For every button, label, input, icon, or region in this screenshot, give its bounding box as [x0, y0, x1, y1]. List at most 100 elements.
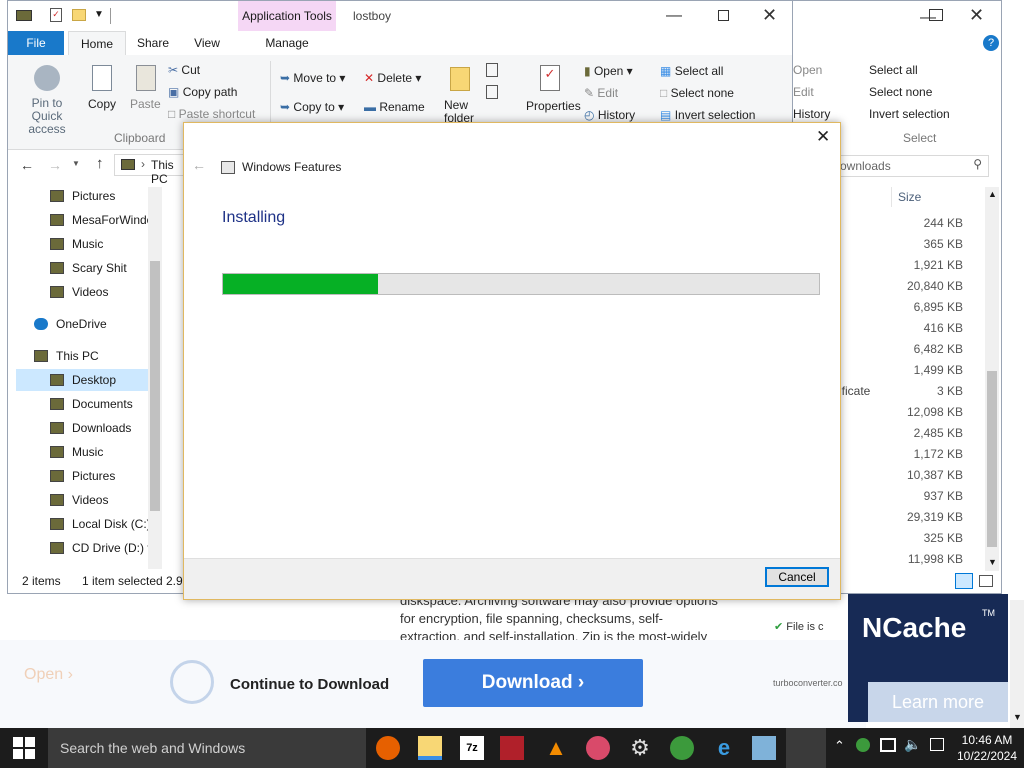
dialog-close-button[interactable]: ✕ [816, 127, 830, 147]
nav-item[interactable]: Local Disk (C:) [16, 513, 156, 535]
window-maximize-button[interactable] [718, 10, 729, 21]
volume-icon[interactable]: 🔈 [904, 736, 921, 753]
ribbon-history-button[interactable]: History [793, 107, 830, 121]
tab-home[interactable]: Home [68, 31, 126, 57]
scroll-up-arrow[interactable]: ▲ [988, 189, 997, 199]
large-icons-view-icon[interactable] [979, 575, 993, 587]
app-window-icon[interactable] [752, 736, 776, 760]
ribbon-invert-selection-button[interactable]: Invert selection [869, 107, 950, 121]
onedrive-icon [34, 318, 48, 330]
delete-icon: ✕ [364, 71, 375, 85]
properties-qat-icon[interactable]: ✓ [50, 8, 62, 22]
window-minimize-button[interactable]: — [666, 7, 682, 25]
forward-arrow-icon[interactable]: → [48, 157, 62, 173]
active-app-icon[interactable] [786, 728, 826, 768]
nav-item[interactable]: Videos [16, 489, 156, 511]
show-hidden-icons-icon[interactable]: ⌃ [834, 738, 845, 754]
recent-locations-icon[interactable]: ▼ [72, 159, 80, 168]
ncache-learn-more-button[interactable]: Learn more [868, 682, 1008, 722]
rename-button[interactable]: ▬ Rename [364, 100, 425, 114]
tray-app-icon[interactable] [856, 738, 870, 752]
nav-item[interactable]: Videos [16, 281, 156, 303]
file-size-cell: 11,998 KB [907, 552, 963, 566]
address-bar[interactable]: › This PC [114, 154, 194, 186]
back-arrow-icon[interactable]: ← [20, 157, 34, 173]
search-box[interactable]: ownloads ⚲ [829, 155, 989, 177]
qat-dropdown-icon[interactable]: ▼ [94, 9, 104, 20]
ad-download-button[interactable]: Download › [423, 659, 643, 707]
help-icon[interactable]: ? [983, 35, 999, 51]
cut-button[interactable]: ✂ Cut [168, 63, 200, 77]
copy-path-button[interactable]: ▣ Copy path [168, 85, 237, 99]
nav-item[interactable]: Scary Shit [16, 257, 156, 279]
vlc-icon[interactable]: ▲ [544, 736, 568, 760]
app-icon[interactable] [586, 736, 610, 760]
action-center-icon[interactable] [930, 738, 944, 751]
move-to-button[interactable]: ➥ Move to ▾ [280, 71, 345, 85]
column-header-size[interactable]: Size [891, 187, 974, 207]
edit-button[interactable]: ✎ Edit [584, 86, 618, 100]
nav-item[interactable]: This PC [16, 345, 156, 367]
scroll-down-arrow[interactable]: ▼ [1013, 712, 1022, 722]
dialog-back-arrow-icon[interactable]: ← [192, 157, 206, 173]
window-close-button[interactable]: ✕ [762, 5, 777, 26]
tab-share[interactable]: Share [130, 31, 176, 55]
settings-gear-icon[interactable]: ⚙ [628, 736, 652, 760]
nav-item[interactable]: Documents [16, 393, 156, 415]
ribbon-edit-button[interactable]: Edit [793, 85, 814, 99]
history-button[interactable]: ◴ History [584, 108, 635, 122]
people-icon[interactable] [670, 736, 694, 760]
tab-manage[interactable]: Manage [254, 31, 320, 55]
new-item-icon[interactable] [486, 63, 498, 77]
select-all-button[interactable]: ▦ Select all [660, 64, 723, 78]
open-button[interactable]: ▮ Open ▾ [584, 64, 633, 78]
network-icon[interactable] [880, 738, 896, 752]
details-view-icon[interactable] [955, 573, 973, 589]
paste-shortcut-button[interactable]: □ Paste shortcut [168, 107, 255, 121]
nav-scrollbar[interactable] [148, 187, 162, 573]
easy-access-icon[interactable] [486, 85, 498, 99]
copy-to-button[interactable]: ➥ Copy to ▾ [280, 100, 344, 114]
taskbar-clock[interactable]: 10:46 AM 10/22/2024 [952, 732, 1022, 764]
vertical-scrollbar[interactable]: ▲ ▼ [985, 187, 999, 571]
scroll-down-arrow[interactable]: ▼ [988, 557, 997, 567]
new-folder-qat-icon[interactable] [72, 9, 86, 21]
internet-explorer-icon[interactable]: e [712, 736, 736, 760]
select-none-button[interactable]: □ Select none [660, 86, 734, 100]
properties-button[interactable]: Properties [526, 99, 581, 113]
cancel-button[interactable]: Cancel [765, 567, 829, 587]
nav-item[interactable]: OneDrive [16, 313, 156, 335]
paste-button[interactable]: Paste [130, 97, 161, 111]
window-maximize-button[interactable] [929, 9, 943, 21]
ad-open-link[interactable]: Open › [24, 666, 73, 684]
delete-button[interactable]: ✕ Delete ▾ [364, 71, 421, 85]
invert-selection-button[interactable]: ▤ Invert selection [660, 108, 755, 122]
tab-file[interactable]: File [8, 31, 64, 55]
nav-item[interactable]: MesaForWindows [16, 209, 156, 231]
scroll-thumb[interactable] [150, 261, 160, 511]
pin-to-quick-access-button[interactable]: Pin to Quick access [16, 97, 78, 136]
file-explorer-icon[interactable] [418, 736, 442, 760]
background-scrollbar[interactable]: ▼ [1010, 600, 1024, 728]
copy-button[interactable]: Copy [88, 97, 116, 111]
folder-icon [121, 159, 135, 170]
nav-item[interactable]: Pictures [16, 185, 156, 207]
tab-view[interactable]: View [184, 31, 230, 55]
nav-item[interactable]: CD Drive (D:) virt [16, 537, 156, 559]
nav-item[interactable]: Desktop [16, 369, 156, 391]
scroll-thumb[interactable] [987, 371, 997, 547]
nav-item[interactable]: Downloads [16, 417, 156, 439]
nav-item[interactable]: Pictures [16, 465, 156, 487]
firefox-icon[interactable] [376, 736, 400, 760]
nav-item[interactable]: Music [16, 441, 156, 463]
nav-item[interactable]: Music [16, 233, 156, 255]
window-close-button[interactable]: ✕ [969, 5, 984, 26]
7zip-icon[interactable]: 7z [460, 736, 484, 760]
ribbon-select-all-button[interactable]: Select all [869, 63, 918, 77]
ribbon-open-button[interactable]: Open [793, 63, 822, 77]
media-player-icon[interactable] [500, 736, 524, 760]
start-button[interactable] [0, 728, 48, 768]
taskbar-search-box[interactable]: Search the web and Windows [48, 728, 366, 768]
ribbon-select-none-button[interactable]: Select none [869, 85, 932, 99]
up-arrow-icon[interactable]: ↑ [96, 155, 104, 172]
